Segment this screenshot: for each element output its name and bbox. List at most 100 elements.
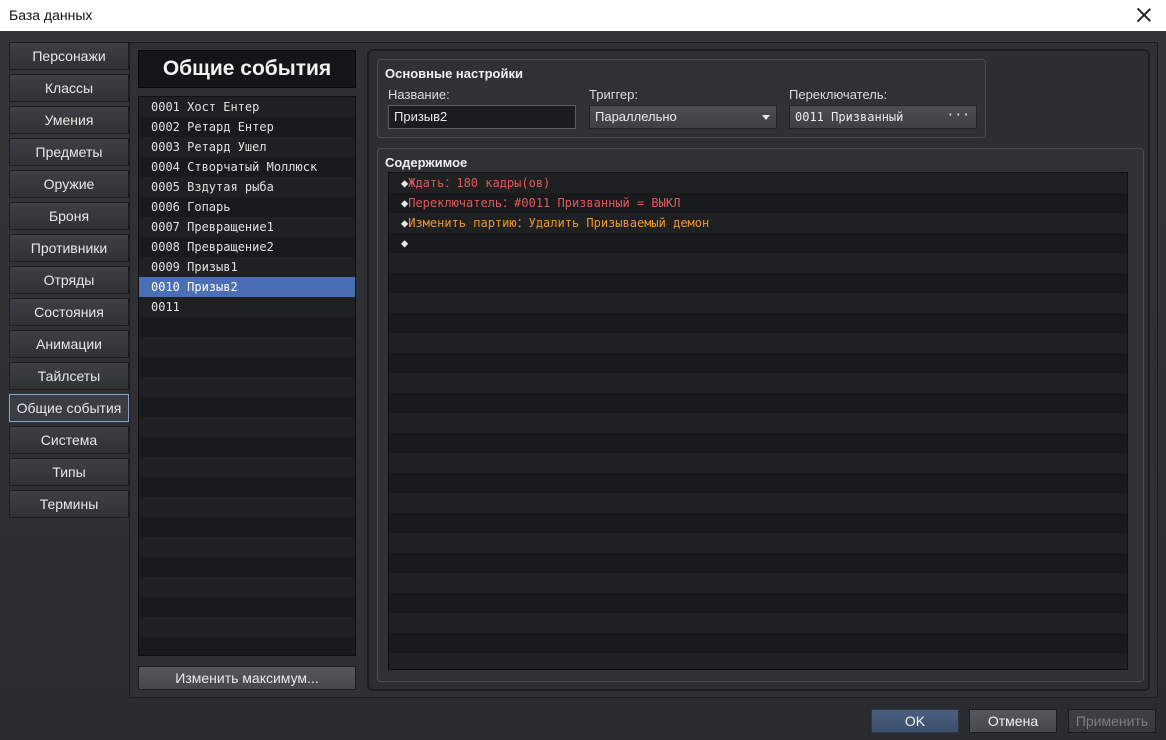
empty-row <box>389 353 1127 373</box>
tab-11[interactable]: Общие события <box>9 394 129 422</box>
empty-row <box>139 517 355 537</box>
tab-10[interactable]: Тайлсеты <box>9 362 129 390</box>
empty-row <box>389 313 1127 333</box>
trigger-label: Триггер: <box>589 87 638 102</box>
name-label: Название: <box>388 87 450 102</box>
list-item[interactable]: 0002 Ретард Ентер <box>139 117 355 137</box>
empty-row <box>389 613 1127 633</box>
basic-settings-group: Основные настройки Название: Призыв2 Три… <box>377 59 986 138</box>
empty-row <box>139 497 355 517</box>
empty-row <box>389 333 1127 353</box>
command-row[interactable]: ◆Ждать：180 кадры(ов) <box>389 173 1127 193</box>
tab-2[interactable]: Умения <box>9 106 129 134</box>
command-row[interactable]: ◆Изменить партию：Удалить Призываемый дем… <box>389 213 1127 233</box>
change-maximum-button[interactable]: Изменить максимум... <box>138 666 356 690</box>
empty-row <box>139 477 355 497</box>
tab-6[interactable]: Противники <box>9 234 129 262</box>
event-editor: Основные настройки Название: Призыв2 Три… <box>367 49 1150 691</box>
empty-row <box>139 417 355 437</box>
basic-settings-title: Основные настройки <box>385 66 523 81</box>
empty-row <box>389 273 1127 293</box>
empty-row <box>139 377 355 397</box>
tab-8[interactable]: Состояния <box>9 298 129 326</box>
empty-row <box>139 557 355 577</box>
chevron-down-icon <box>762 115 770 120</box>
contents-group: Содержимое ◆Ждать：180 кадры(ов) ◆Переключ… <box>377 148 1144 682</box>
empty-row <box>139 357 355 377</box>
empty-row <box>389 253 1127 273</box>
tab-12[interactable]: Система <box>9 426 129 454</box>
name-input[interactable]: Призыв2 <box>388 105 576 129</box>
event-command-list[interactable]: ◆Ждать：180 кадры(ов) ◆Переключатель：#0011… <box>388 172 1128 670</box>
command-row[interactable]: ◆Переключатель：#0011 Призванный = ВЫКЛ <box>389 193 1127 213</box>
switch-value: 0011 Призванный <box>795 110 904 124</box>
empty-row <box>389 473 1127 493</box>
empty-row <box>139 317 355 337</box>
list-item[interactable]: 0008 Превращение2 <box>139 237 355 257</box>
empty-row <box>139 397 355 417</box>
list-item[interactable]: 0005 Вздутая рыба <box>139 177 355 197</box>
empty-row <box>139 537 355 557</box>
list-header: Общие события <box>138 50 356 88</box>
trigger-select[interactable]: Параллельно <box>589 105 777 129</box>
tab-5[interactable]: Броня <box>9 202 129 230</box>
empty-row <box>389 633 1127 653</box>
switch-label: Переключатель: <box>789 87 888 102</box>
empty-row <box>139 637 355 655</box>
empty-row <box>389 493 1127 513</box>
main-panel: Общие события 0001 Хост Ентер 0002 Ретард… <box>129 42 1158 698</box>
command-row[interactable]: ◆ <box>389 233 1127 253</box>
empty-row <box>389 533 1127 553</box>
contents-title: Содержимое <box>385 155 468 170</box>
more-icon: ··· <box>946 108 970 123</box>
command-text: Изменить партию：Удалить Призываемый демо… <box>408 216 710 230</box>
diamond-icon: ◆ <box>401 236 409 250</box>
tab-1[interactable]: Классы <box>9 74 129 102</box>
list-item[interactable]: 0001 Хост Ентер <box>139 97 355 117</box>
tab-3[interactable]: Предметы <box>9 138 129 166</box>
tab-9[interactable]: Анимации <box>9 330 129 358</box>
ok-button[interactable]: OK <box>871 709 959 733</box>
window-title: База данных <box>9 7 93 23</box>
apply-button[interactable]: Применить <box>1068 709 1156 733</box>
empty-row <box>389 453 1127 473</box>
empty-row <box>389 553 1127 573</box>
command-text: Ждать：180 кадры(ов) <box>408 176 551 190</box>
tab-4[interactable]: Оружие <box>9 170 129 198</box>
category-tabs: Персонажи Классы Умения Предметы Оружие Броня… <box>9 42 129 522</box>
command-text: Переключатель：#0011 Призванный = ВЫКЛ <box>408 196 681 210</box>
empty-row <box>139 617 355 637</box>
empty-row <box>389 293 1127 313</box>
tab-0[interactable]: Персонажи <box>9 42 129 70</box>
list-item[interactable]: 0007 Превращение1 <box>139 217 355 237</box>
empty-row <box>389 413 1127 433</box>
cancel-button[interactable]: Отмена <box>969 709 1057 733</box>
empty-row <box>389 513 1127 533</box>
list-item[interactable]: 0003 Ретард Ушел <box>139 137 355 157</box>
close-icon[interactable] <box>1132 3 1156 27</box>
empty-row <box>389 653 1127 669</box>
empty-row <box>139 577 355 597</box>
empty-row <box>389 593 1127 613</box>
list-item[interactable]: 0009 Призыв1 <box>139 257 355 277</box>
list-item[interactable]: 0011 <box>139 297 355 317</box>
tab-7[interactable]: Отряды <box>9 266 129 294</box>
empty-row <box>389 373 1127 393</box>
empty-row <box>389 573 1127 593</box>
empty-row <box>139 437 355 457</box>
tab-14[interactable]: Термины <box>9 490 129 518</box>
list-item[interactable]: 0004 Створчатый Моллюск <box>139 157 355 177</box>
tab-13[interactable]: Типы <box>9 458 129 486</box>
list-item[interactable]: 0006 Гопарь <box>139 197 355 217</box>
common-events-list[interactable]: 0001 Хост Ентер 0002 Ретард Ентер 0003 Рет… <box>138 96 356 656</box>
switch-selector[interactable]: 0011 Призванный ··· <box>789 105 977 129</box>
list-item[interactable]: 0010 Призыв2 <box>139 277 355 297</box>
trigger-value: Параллельно <box>595 109 677 124</box>
empty-row <box>139 337 355 357</box>
empty-row <box>139 597 355 617</box>
database-window: Персонажи Классы Умения Предметы Оружие Броня… <box>0 31 1166 740</box>
empty-row <box>139 457 355 477</box>
empty-row <box>389 433 1127 453</box>
empty-row <box>389 393 1127 413</box>
title-bar: База данных <box>0 0 1166 31</box>
